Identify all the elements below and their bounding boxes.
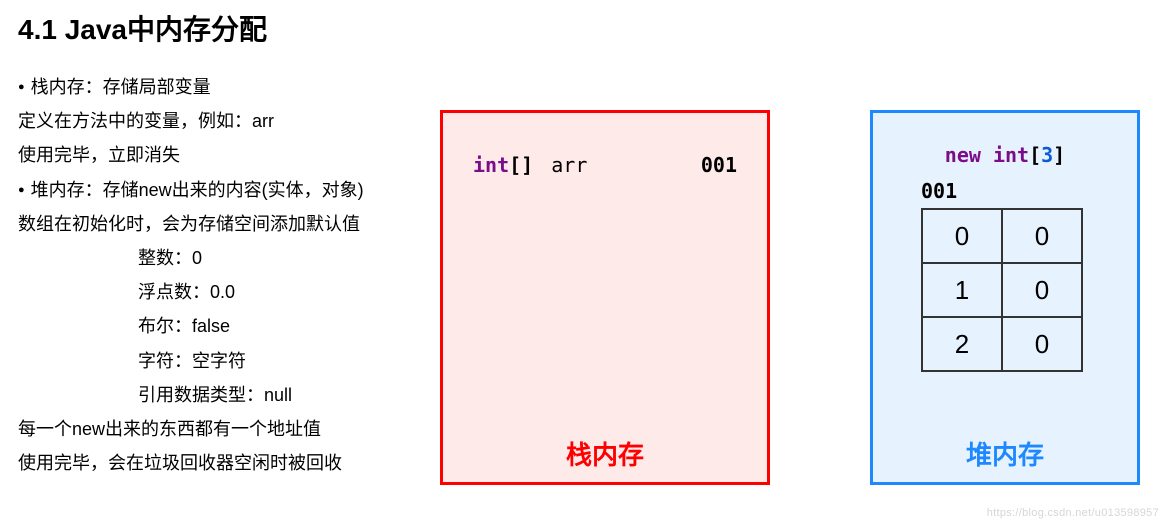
line-default-float: 浮点数：0.0 bbox=[18, 275, 428, 309]
line-stack-example: 定义在方法中的变量，例如：arr bbox=[18, 104, 428, 138]
stack-address: 001 bbox=[701, 153, 737, 177]
cell-value: 0 bbox=[1002, 209, 1082, 263]
explain-text: 栈内存：存储局部变量 定义在方法中的变量，例如：arr 使用完毕，立即消失 堆内… bbox=[18, 70, 428, 480]
stack-label: 栈内存 bbox=[443, 435, 767, 472]
watermark: https://blog.csdn.net/u013598957 bbox=[987, 507, 1159, 519]
line-stack-dispose: 使用完毕，立即消失 bbox=[18, 138, 428, 172]
keyword-new: new bbox=[945, 143, 981, 167]
cell-index: 0 bbox=[922, 209, 1002, 263]
heap-label: 堆内存 bbox=[873, 435, 1137, 472]
cell-index: 2 bbox=[922, 317, 1002, 371]
cell-value: 0 bbox=[1002, 317, 1082, 371]
line-heap-def: 堆内存：存储new出来的内容(实体，对象) bbox=[18, 173, 428, 207]
line-default-char: 字符：空字符 bbox=[18, 344, 428, 378]
section-title: 4.1 Java中内存分配 bbox=[18, 8, 267, 48]
heap-code-line: new int[3] bbox=[873, 143, 1137, 167]
keyword-int-heap: int bbox=[993, 143, 1029, 167]
line-default-ref: 引用数据类型：null bbox=[18, 378, 428, 412]
cell-value: 0 bbox=[1002, 263, 1082, 317]
table-row: 2 0 bbox=[922, 317, 1082, 371]
brackets: [] bbox=[509, 153, 533, 177]
heap-array-table: 0 0 1 0 2 0 bbox=[921, 208, 1083, 372]
line-heap-init: 数组在初始化时，会为存储空间添加默认值 bbox=[18, 207, 428, 241]
line-default-bool: 布尔：false bbox=[18, 309, 428, 343]
line-heap-addr: 每一个new出来的东西都有一个地址值 bbox=[18, 412, 428, 446]
line-stack-def: 栈内存：存储局部变量 bbox=[18, 70, 428, 104]
heap-memory-box: new int[3] 001 0 0 1 0 2 0 堆内存 bbox=[870, 110, 1140, 485]
table-row: 0 0 bbox=[922, 209, 1082, 263]
line-heap-gc: 使用完毕，会在垃圾回收器空闲时被回收 bbox=[18, 446, 428, 480]
line-default-int: 整数：0 bbox=[18, 241, 428, 275]
table-row: 1 0 bbox=[922, 263, 1082, 317]
array-size: 3 bbox=[1041, 143, 1053, 167]
stack-code-line: int[] arr 001 bbox=[473, 153, 737, 177]
var-name: arr bbox=[551, 153, 587, 177]
stack-memory-box: int[] arr 001 栈内存 bbox=[440, 110, 770, 485]
keyword-int: int bbox=[473, 153, 509, 177]
heap-address: 001 bbox=[921, 179, 957, 203]
cell-index: 1 bbox=[922, 263, 1002, 317]
